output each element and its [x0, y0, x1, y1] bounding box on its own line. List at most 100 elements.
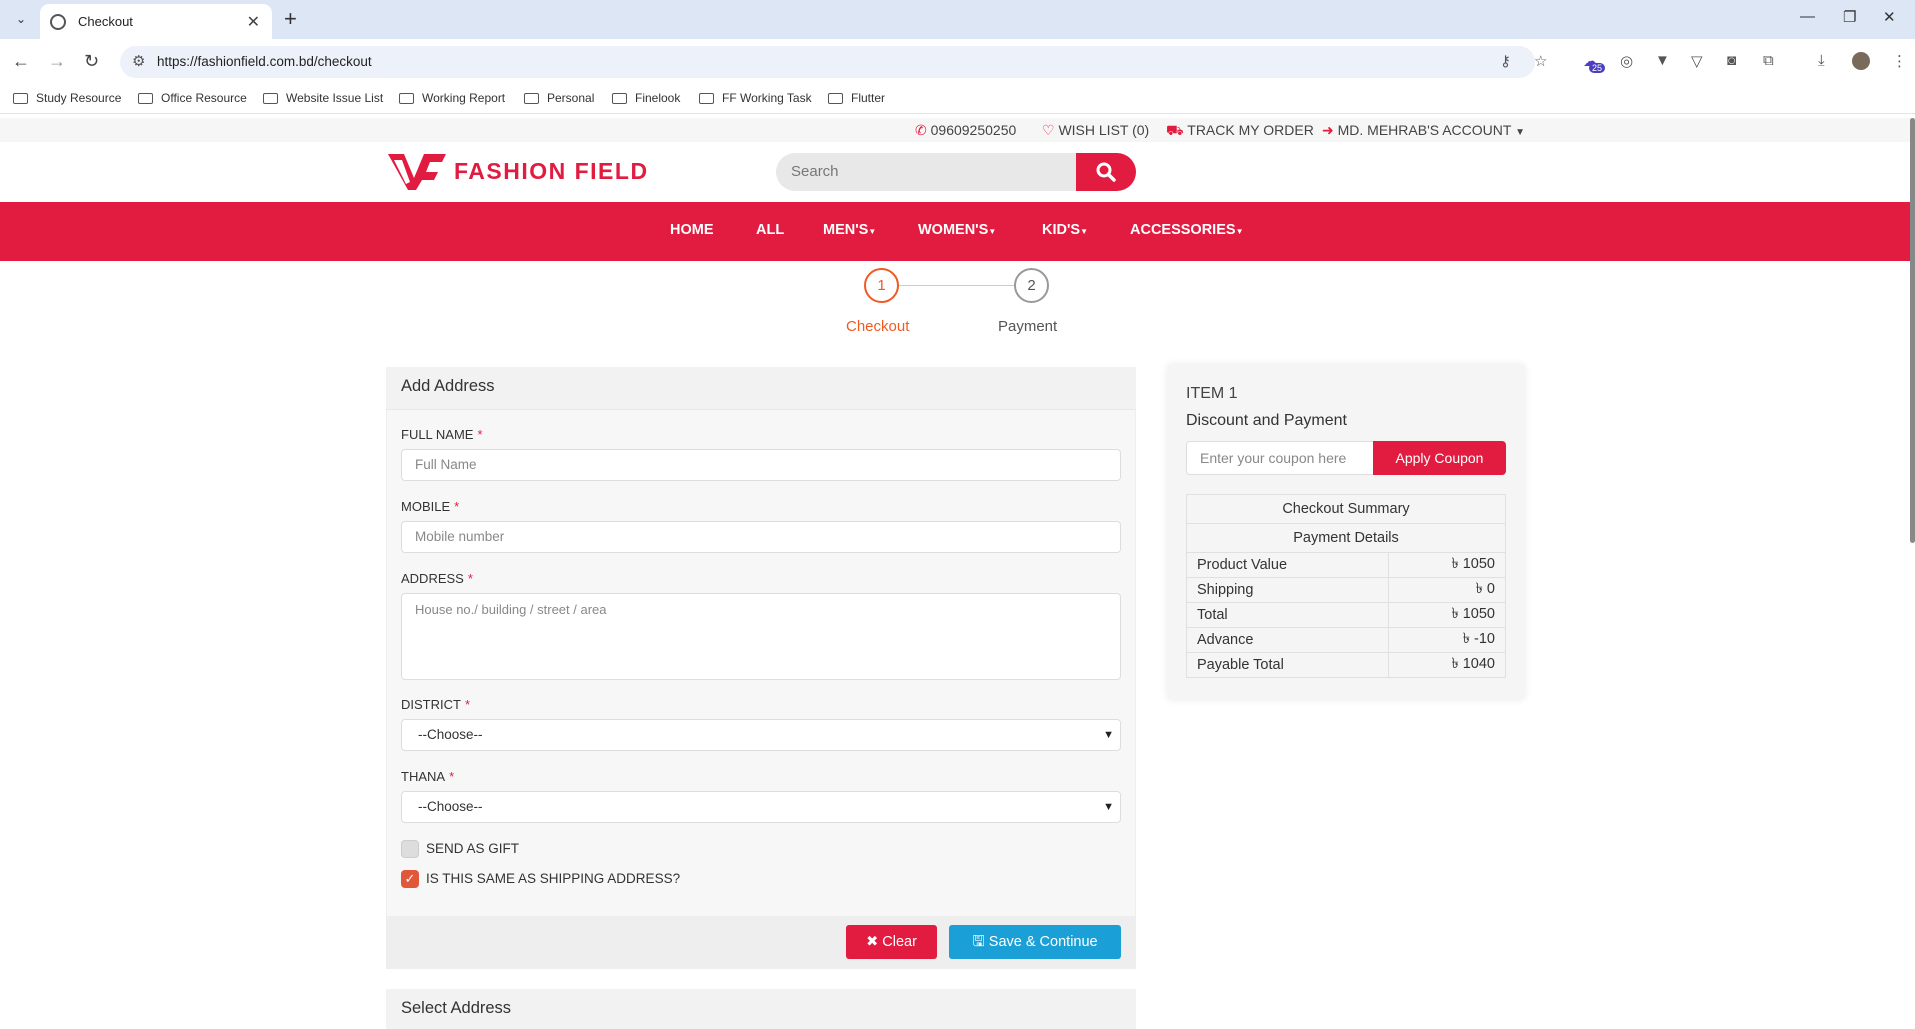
account-dropdown[interactable]: ➜ MD. MEHRAB'S ACCOUNT ▼	[1322, 122, 1525, 139]
caret-down-icon: ▼	[1080, 227, 1089, 236]
required-asterisk: *	[467, 571, 473, 586]
nav-accessories[interactable]: ACCESSORIES▼	[1130, 222, 1243, 238]
item-count-heading: ITEM 1	[1186, 385, 1238, 402]
coupon-input[interactable]: Enter your coupon here	[1186, 441, 1374, 475]
forward-icon[interactable]: →	[48, 51, 66, 72]
new-tab-button[interactable]: +	[284, 6, 297, 32]
nav-womens[interactable]: WOMEN'S▼	[918, 222, 996, 238]
folder-icon	[828, 92, 843, 104]
summary-subtitle: Payment Details	[1186, 523, 1506, 553]
required-asterisk: *	[454, 499, 460, 514]
extension-icon-2[interactable]: ◎	[1620, 52, 1633, 70]
chevron-down-icon: ▼	[1103, 729, 1114, 741]
download-icon[interactable]: ⤓	[1818, 52, 1825, 69]
chevron-down-icon: ▼	[1103, 801, 1114, 813]
mobile-label: MOBILE *	[401, 499, 460, 514]
url-text[interactable]: https://fashionfield.com.bd/checkout	[157, 54, 372, 69]
panel-header	[386, 367, 1136, 410]
tab-title: Checkout	[78, 14, 133, 29]
required-asterisk: *	[464, 697, 471, 712]
logo-text[interactable]: FASHION FIELD	[454, 158, 649, 185]
folder-icon	[699, 92, 714, 104]
reload-icon[interactable]: ↻	[84, 51, 99, 72]
folder-icon	[13, 92, 28, 104]
wishlist-link[interactable]: ♡ WISH LIST (0)	[1042, 122, 1149, 139]
send-as-gift-checkbox[interactable]	[401, 840, 419, 858]
close-tab-icon[interactable]: ✕	[247, 12, 260, 32]
caret-down-icon: ▼	[1235, 227, 1244, 236]
bookmark-star-icon[interactable]: ☆	[1534, 52, 1547, 70]
page-scrollbar[interactable]	[1910, 118, 1915, 543]
nav-home[interactable]: HOME	[670, 222, 714, 238]
required-asterisk: *	[449, 769, 455, 784]
back-icon[interactable]: ←	[12, 51, 30, 72]
bookmark-folder[interactable]: Personal	[524, 91, 594, 105]
save-continue-button[interactable]: 🖫 Save & Continue	[949, 925, 1121, 959]
logo-icon[interactable]	[386, 150, 448, 192]
bookmark-folder[interactable]: Website Issue List	[263, 91, 383, 105]
folder-icon	[612, 92, 627, 104]
same-shipping-label: IS THIS SAME AS SHIPPING ADDRESS?	[426, 871, 681, 886]
tab-search-button[interactable]: ⌄	[10, 8, 32, 30]
nav-mens[interactable]: MEN'S▼	[823, 222, 876, 238]
mobile-input[interactable]: Mobile number	[401, 521, 1121, 553]
caret-down-icon: ▼	[988, 227, 997, 236]
phone-icon: ✆	[915, 122, 927, 138]
select-address-title: Select Address	[401, 999, 512, 1017]
menu-icon[interactable]: ⋮	[1892, 52, 1907, 70]
step-1-circle: 1	[864, 268, 899, 303]
truck-icon: ⛟	[1166, 122, 1184, 138]
table-row: Total ৳ 1050	[1186, 602, 1507, 628]
district-label: DISTRICT *	[401, 697, 471, 712]
district-select[interactable]: --Choose-- ▼	[401, 719, 1121, 751]
track-order-link[interactable]: ⛟ TRACK MY ORDER	[1166, 122, 1314, 141]
thana-select[interactable]: --Choose-- ▼	[401, 791, 1121, 823]
thana-label: THANA *	[401, 769, 455, 784]
caret-down-icon: ▼	[1515, 127, 1525, 138]
password-key-icon[interactable]: ⚷	[1500, 52, 1511, 70]
folder-icon	[138, 92, 153, 104]
folder-icon	[399, 92, 414, 104]
address-textarea[interactable]: House no./ building / street / area	[401, 593, 1121, 680]
clear-button[interactable]: ✖ Clear	[846, 925, 937, 959]
step-1-label: Checkout	[846, 318, 910, 335]
caret-down-icon: ▼	[868, 227, 877, 236]
sign-in-icon: ➜	[1322, 122, 1334, 138]
step-2-label: Payment	[998, 318, 1058, 335]
table-row: Shipping ৳ 0	[1186, 577, 1507, 603]
step-2-circle: 2	[1014, 268, 1049, 303]
bookmark-folder[interactable]: Study Resource	[13, 91, 121, 105]
window-close-icon[interactable]: ✕	[1883, 8, 1896, 26]
bookmark-folder[interactable]: Working Report	[399, 91, 505, 105]
times-icon: ✖	[866, 934, 883, 950]
bookmark-folder[interactable]: Finelook	[612, 91, 680, 105]
globe-icon	[50, 13, 66, 30]
extension-icon-4[interactable]: ▽	[1691, 52, 1703, 70]
extension-icon-3[interactable]: ▼	[1655, 52, 1670, 69]
top-info-bar: ✆ 09609250250 ♡ WISH LIST (0) ⛟ TRACK MY…	[0, 118, 1915, 142]
table-row: Advance ৳ -10	[1186, 627, 1507, 653]
puzzle-icon[interactable]: ⧉	[1763, 52, 1774, 69]
restore-icon[interactable]: ❐	[1843, 8, 1856, 26]
profile-avatar[interactable]	[1852, 52, 1870, 70]
table-row: Product Value ৳ 1050	[1186, 552, 1507, 578]
same-shipping-checkbox[interactable]: ✓	[401, 870, 419, 888]
camera-icon[interactable]: ◙	[1727, 52, 1736, 69]
full-name-input[interactable]: Full Name	[401, 449, 1121, 481]
apply-coupon-button[interactable]: Apply Coupon	[1373, 441, 1506, 475]
table-row: Payable Total ৳ 1040	[1186, 652, 1507, 678]
search-button[interactable]	[1076, 153, 1136, 191]
phone-link[interactable]: ✆ 09609250250	[915, 122, 1016, 139]
minimize-icon[interactable]: —	[1800, 8, 1815, 25]
browser-tab[interactable]: Checkout ✕	[40, 4, 272, 39]
nav-kids[interactable]: KID'S▼	[1042, 222, 1088, 238]
bookmark-folder[interactable]: Office Resource	[138, 91, 247, 105]
bookmark-folder[interactable]: FF Working Task	[699, 91, 812, 105]
checkout-summary-table: Checkout Summary Payment Details Product…	[1186, 494, 1507, 678]
bookmark-folder[interactable]: Flutter	[828, 91, 885, 105]
nav-all[interactable]: ALL	[756, 222, 784, 238]
search-input[interactable]: Search	[776, 153, 1077, 191]
site-info-icon[interactable]: ⚙	[132, 52, 145, 70]
add-address-title: Add Address	[401, 377, 495, 395]
full-name-label: FULL NAME *	[401, 427, 483, 442]
